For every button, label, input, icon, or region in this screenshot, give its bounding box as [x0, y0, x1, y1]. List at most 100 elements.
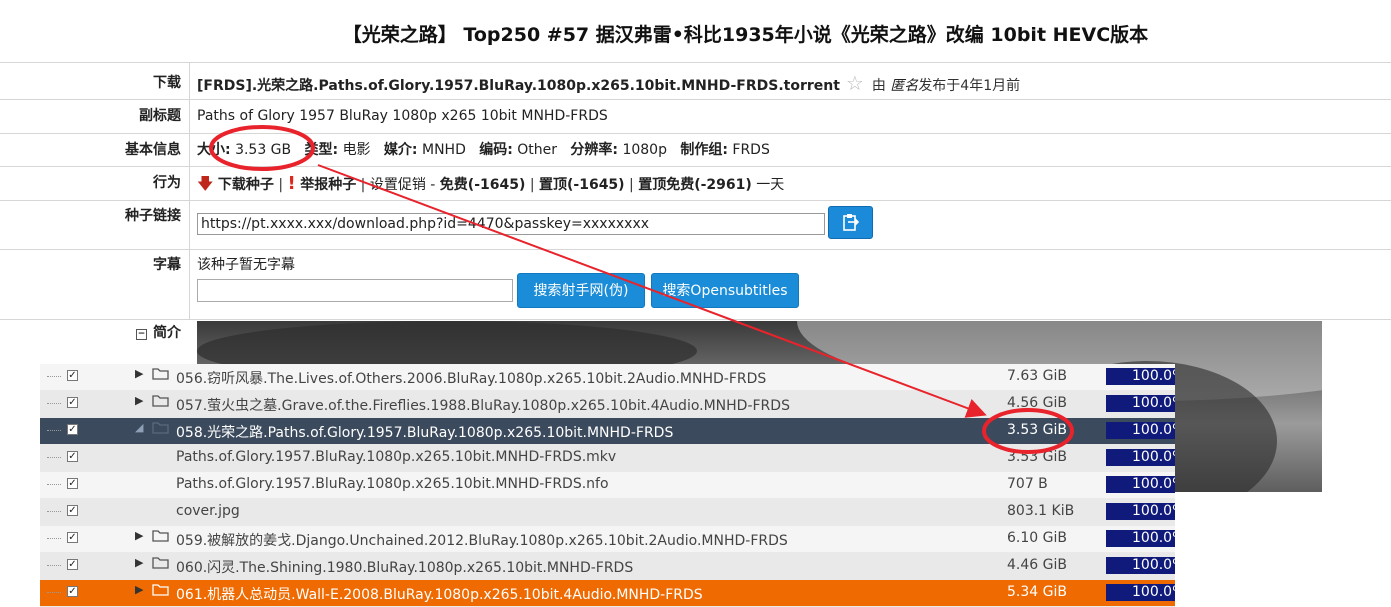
promo-free-link[interactable]: 免费(-1645)	[440, 177, 526, 193]
bookmark-star-icon[interactable]: ☆	[846, 71, 864, 95]
torrent-link-input[interactable]: https://pt.xxxx.xxx/download.php?id=4470…	[197, 213, 825, 235]
file-row[interactable]: ✓ ▶ 056.窃听风暴.The.Lives.of.Others.2006.BluR…	[40, 364, 1175, 391]
file-checkbox[interactable]: ✓	[67, 370, 78, 381]
file-row[interactable]: ✓ ▶ 059.被解放的姜戈.Django.Unchained.2012.BluRa…	[40, 526, 1175, 553]
folder-icon	[152, 582, 170, 602]
promo-top-link[interactable]: 置顶(-1645)	[539, 177, 625, 193]
progress-bar: 100.0%	[1106, 557, 1175, 574]
expand-triangle-icon[interactable]: ▶	[135, 556, 143, 569]
file-checkbox[interactable]: ✓	[67, 451, 78, 462]
progress-bar: 100.0%	[1106, 503, 1175, 520]
size-label: 大小:	[197, 142, 231, 158]
medium-value: MNHD	[421, 142, 466, 158]
folder-icon	[152, 393, 170, 413]
subtitle-value: Paths of Glory 1957 BluRay 1080p x265 10…	[197, 108, 608, 124]
folder-icon	[152, 555, 170, 575]
separator: |	[629, 177, 634, 193]
file-checkbox[interactable]: ✓	[67, 559, 78, 570]
folder-icon	[152, 366, 170, 386]
file-checkbox[interactable]: ✓	[67, 424, 78, 435]
subtitles-label: 字幕	[0, 250, 190, 319]
search-shooter-button[interactable]: 搜索射手网(伪)	[517, 273, 645, 308]
promo-topfree-link[interactable]: 置顶免费(-2961)	[638, 177, 752, 193]
promo-text: 设置促销 -	[369, 177, 436, 193]
expand-triangle-icon[interactable]: ▶	[135, 394, 143, 407]
file-checkbox[interactable]: ✓	[67, 478, 78, 489]
file-checkbox[interactable]: ✓	[67, 397, 78, 408]
file-size: 6.10 GiB	[1007, 530, 1067, 546]
separator: |	[278, 177, 284, 193]
group-label: 制作组:	[680, 142, 728, 158]
promo-duration: 一天	[756, 177, 785, 193]
type-value: 电影	[342, 142, 371, 158]
collapse-icon: −	[136, 329, 147, 340]
progress-bar: 100.0%	[1106, 395, 1175, 412]
basic-info-label: 基本信息	[0, 134, 190, 166]
intro-toggle[interactable]: − 简介	[136, 322, 181, 342]
file-row[interactable]: ✓ Paths.of.Glory.1957.BluRay.1080p.x265.1…	[40, 445, 1175, 472]
tree-line	[47, 511, 61, 512]
group-value: FRDS	[732, 142, 770, 158]
torrent-file-link[interactable]: [FRDS].光荣之路.Paths.of.Glory.1957.BluRay.1…	[197, 78, 840, 94]
file-name: Paths.of.Glory.1957.BluRay.1080p.x265.10…	[176, 449, 617, 465]
subtitle-label: 副标题	[0, 100, 190, 133]
file-size: 3.53 GiB	[1007, 449, 1067, 465]
file-size: 803.1 KiB	[1007, 503, 1075, 519]
progress-bar: 100.0%	[1106, 476, 1175, 493]
uploader-name: 匿名	[890, 78, 919, 94]
file-name: 061.机器人总动员.Wall-E.2008.BluRay.1080p.x265…	[176, 587, 703, 603]
subtitle-search-input[interactable]	[197, 279, 513, 302]
actions-label: 行为	[0, 167, 190, 200]
download-label: 下载	[0, 63, 190, 99]
file-row[interactable]: ✓ cover.jpg 803.1 KiB 100.0%	[40, 499, 1175, 526]
file-checkbox[interactable]: ✓	[67, 505, 78, 516]
search-opensubtitles-button[interactable]: 搜索Opensubtitles	[651, 273, 799, 308]
page-title: 【光荣之路】 Top250 #57 据汉弗雷•科比1935年小说《光荣之路》改编…	[342, 24, 1149, 46]
progress-bar: 100.0%	[1106, 584, 1175, 601]
file-name: 060.闪灵.The.Shining.1980.BluRay.1080p.x26…	[176, 560, 634, 576]
file-checkbox[interactable]: ✓	[67, 586, 78, 597]
by-label: 由	[871, 78, 886, 94]
file-name: Paths.of.Glory.1957.BluRay.1080p.x265.10…	[176, 476, 609, 492]
tree-line	[47, 592, 61, 593]
file-checkbox[interactable]: ✓	[67, 532, 78, 543]
expand-triangle-icon[interactable]: ▶	[135, 529, 143, 542]
file-list: ✓ ▶ 056.窃听风暴.The.Lives.of.Others.2006.BluR…	[40, 364, 1175, 607]
file-size: 4.56 GiB	[1007, 395, 1067, 411]
type-label: 类型:	[304, 142, 339, 158]
file-name: 057.萤火虫之墓.Grave.of.the.Fireflies.1988.Bl…	[176, 398, 790, 414]
file-row[interactable]: ✓ ▶ 057.萤火虫之墓.Grave.of.the.Fireflies.1988.…	[40, 391, 1175, 418]
report-exclamation-icon: !	[287, 173, 296, 194]
resolution-value: 1080p	[622, 142, 667, 158]
file-name: 056.窃听风暴.The.Lives.of.Others.2006.BluRay…	[176, 371, 767, 387]
tree-line	[47, 484, 61, 485]
folder-icon	[152, 420, 170, 440]
intro-label: 简介	[153, 325, 181, 341]
progress-bar: 100.0%	[1106, 422, 1175, 439]
expand-triangle-icon[interactable]: ▶	[135, 367, 143, 380]
copy-link-button[interactable]	[828, 206, 873, 239]
file-row[interactable]: ✓ Paths.of.Glory.1957.BluRay.1080p.x265.1…	[40, 472, 1175, 499]
tree-line	[47, 403, 61, 404]
tree-line	[47, 457, 61, 458]
expanded-triangle-icon[interactable]: ◢	[135, 421, 143, 434]
torrent-link-label: 种子链接	[0, 201, 190, 249]
file-size: 7.63 GiB	[1007, 368, 1067, 384]
expand-triangle-icon[interactable]: ▶	[135, 583, 143, 596]
subtitle-row: 副标题 Paths of Glory 1957 BluRay 1080p x26…	[0, 99, 1391, 133]
report-torrent-link[interactable]: 举报种子	[300, 177, 356, 193]
file-row[interactable]: ✓ ▶ 060.闪灵.The.Shining.1980.BluRay.1080p.x…	[40, 553, 1175, 580]
download-torrent-link[interactable]: 下载种子	[218, 177, 274, 193]
medium-label: 媒介:	[383, 142, 418, 158]
resolution-label: 分辨率:	[570, 142, 618, 158]
progress-bar: 100.0%	[1106, 368, 1175, 385]
separator: |	[529, 177, 535, 193]
file-name: 058.光荣之路.Paths.of.Glory.1957.BluRay.1080…	[176, 425, 674, 441]
folder-icon	[152, 528, 170, 548]
file-row[interactable]: ✓ ◢ 058.光荣之路.Paths.of.Glory.1957.BluRay.10…	[40, 418, 1175, 445]
file-row[interactable]: ✓ ▶ 061.机器人总动员.Wall-E.2008.BluRay.1080p.x2…	[40, 580, 1175, 607]
size-value: 3.53 GB	[235, 142, 292, 158]
file-size: 707 B	[1007, 476, 1048, 492]
download-arrow-icon: 🡇	[197, 174, 214, 193]
tree-line	[47, 565, 61, 566]
